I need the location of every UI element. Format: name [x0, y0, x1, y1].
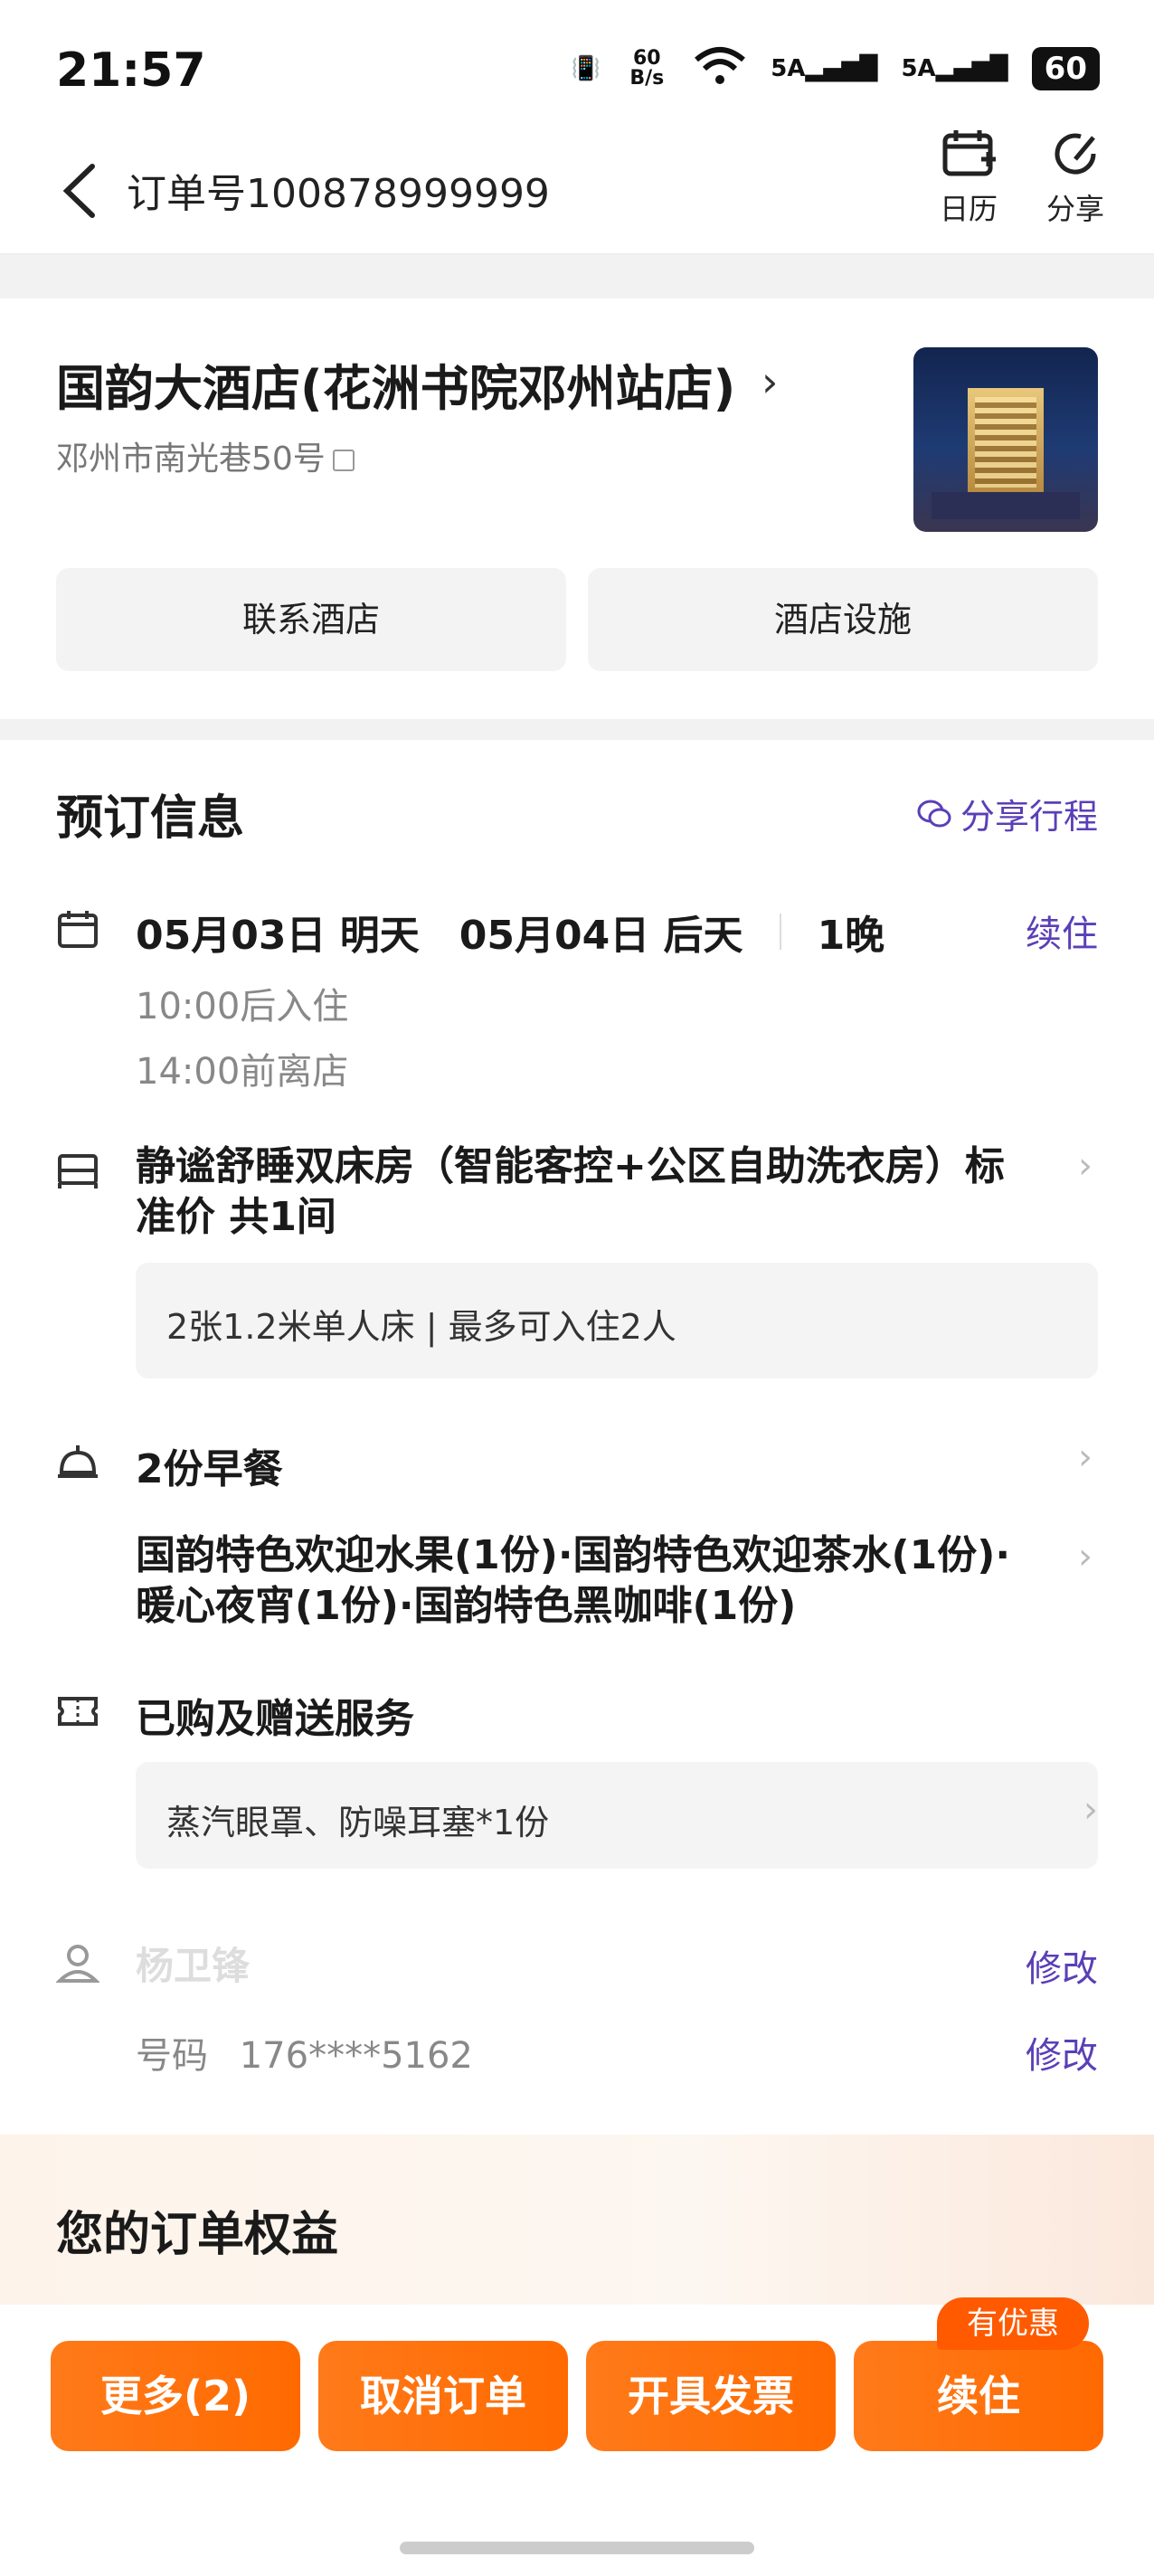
hotel-address[interactable]: 邓州市南光巷50号	[56, 432, 355, 479]
hotel-photo[interactable]	[913, 347, 1098, 532]
calendar-label: 日历	[939, 192, 998, 226]
phone-label: 号码	[136, 2035, 208, 2077]
share-trip-button[interactable]: 分享行程	[917, 789, 1098, 838]
share-icon	[1055, 133, 1096, 175]
hotel-facilities-button[interactable]: 酒店设施	[588, 568, 1098, 671]
home-indicator[interactable]	[400, 2542, 754, 2554]
signal-label-2: 5A	[901, 54, 936, 82]
service-bell-icon	[56, 1440, 99, 1483]
discount-badge: 有优惠	[937, 2297, 1089, 2350]
ticket-icon	[56, 1690, 99, 1733]
status-time: 21:57	[56, 43, 206, 98]
hotel-photo-base	[932, 492, 1080, 519]
divider	[779, 914, 781, 950]
services-detail: 蒸汽眼罩、防噪耳塞*1份	[166, 1803, 550, 1842]
signal-icon-2: 5A▂▄▆█	[901, 54, 1008, 82]
chevron-right-icon[interactable]: ›	[1078, 1145, 1093, 1187]
calendar-button[interactable]: 日历	[919, 127, 1018, 228]
phone-row: 号码 176****5162	[136, 2026, 473, 2079]
cancel-order-button[interactable]: 取消订单	[318, 2341, 568, 2451]
booking-info-title: 预订信息	[56, 791, 245, 846]
share-label: 分享	[1045, 192, 1104, 226]
calendar-add-icon	[942, 130, 996, 176]
net-speed: 60 B/s	[629, 46, 665, 90]
status-icons: 📳 60 B/s 5A▂▄▆█ 5A▂▄▆█ 60	[572, 45, 1100, 91]
calendar-icon	[56, 908, 99, 952]
copy-icon[interactable]	[332, 450, 355, 471]
phone-value: 176****5162	[239, 2035, 473, 2077]
bed-info: 2张1.2米单人床 | 最多可入住2人	[166, 1307, 676, 1347]
edit-phone-button[interactable]: 修改	[1026, 2026, 1098, 2079]
hotel-address-text: 邓州市南光巷50号	[56, 440, 326, 478]
nights-count: 1晚	[817, 913, 885, 959]
checkout-date: 05月04日 后天	[459, 913, 743, 959]
wifi-icon	[693, 45, 747, 91]
signal-icon-1: 5A▂▄▆█	[771, 54, 878, 82]
order-number-title: 订单号100878999999	[127, 171, 550, 217]
chevron-right-icon[interactable]: ›	[1078, 1436, 1093, 1478]
share-button[interactable]: 分享	[1026, 127, 1125, 228]
guest-name: 杨卫锋	[136, 1944, 251, 1988]
wechat-icon	[917, 800, 951, 827]
back-button[interactable]	[54, 159, 109, 223]
hotel-name[interactable]: 国韵大酒店(花洲书院邓州站店)	[56, 348, 735, 420]
vibrate-icon: 📳	[571, 54, 601, 82]
checkin-time: 10:00后入住	[136, 986, 349, 1028]
amenities-list[interactable]: 国韵特色欢迎水果(1份)·国韵特色欢迎茶水(1份)·暖心夜宵(1份)·国韵特色黑…	[136, 1530, 1049, 1632]
services-title: 已购及赠送服务	[136, 1696, 414, 1742]
bed-icon	[56, 1149, 99, 1192]
renew-stay-button[interactable]: 续住	[854, 2341, 1103, 2451]
order-benefits-title: 您的订单权益	[56, 2208, 339, 2262]
bed-info-box: 2张1.2米单人床 | 最多可入住2人	[136, 1263, 1098, 1378]
more-button[interactable]: 更多(2)	[51, 2341, 300, 2451]
renew-link[interactable]: 续住	[1026, 904, 1098, 957]
battery-icon: 60	[1031, 46, 1100, 90]
chevron-right-icon[interactable]: ›	[1078, 1536, 1093, 1577]
back-arrow-icon	[62, 164, 95, 218]
hotel-photo-building	[968, 388, 1044, 497]
share-trip-label: 分享行程	[960, 797, 1098, 837]
checkin-date: 05月03日 明天	[136, 913, 420, 959]
room-name[interactable]: 静谧舒睡双床房（智能客控+公区自助洗衣房）标准价 共1间	[136, 1141, 1040, 1243]
chevron-right-icon[interactable]: ›	[761, 357, 778, 406]
signal-label-1: 5A	[771, 54, 806, 82]
chevron-right-icon: ›	[1083, 1789, 1098, 1831]
breakfast-info[interactable]: 2份早餐	[136, 1436, 283, 1494]
invoice-button[interactable]: 开具发票	[586, 2341, 836, 2451]
edit-guest-button[interactable]: 修改	[1026, 1939, 1098, 1992]
person-icon	[55, 1941, 100, 1984]
checkout-time: 14:00前离店	[136, 1051, 349, 1093]
services-detail-box[interactable]: 蒸汽眼罩、防噪耳塞*1份 ›	[136, 1762, 1098, 1869]
contact-hotel-button[interactable]: 联系酒店	[56, 568, 566, 671]
stay-dates: 05月03日 明天 05月04日 后天 1晚	[136, 903, 884, 961]
